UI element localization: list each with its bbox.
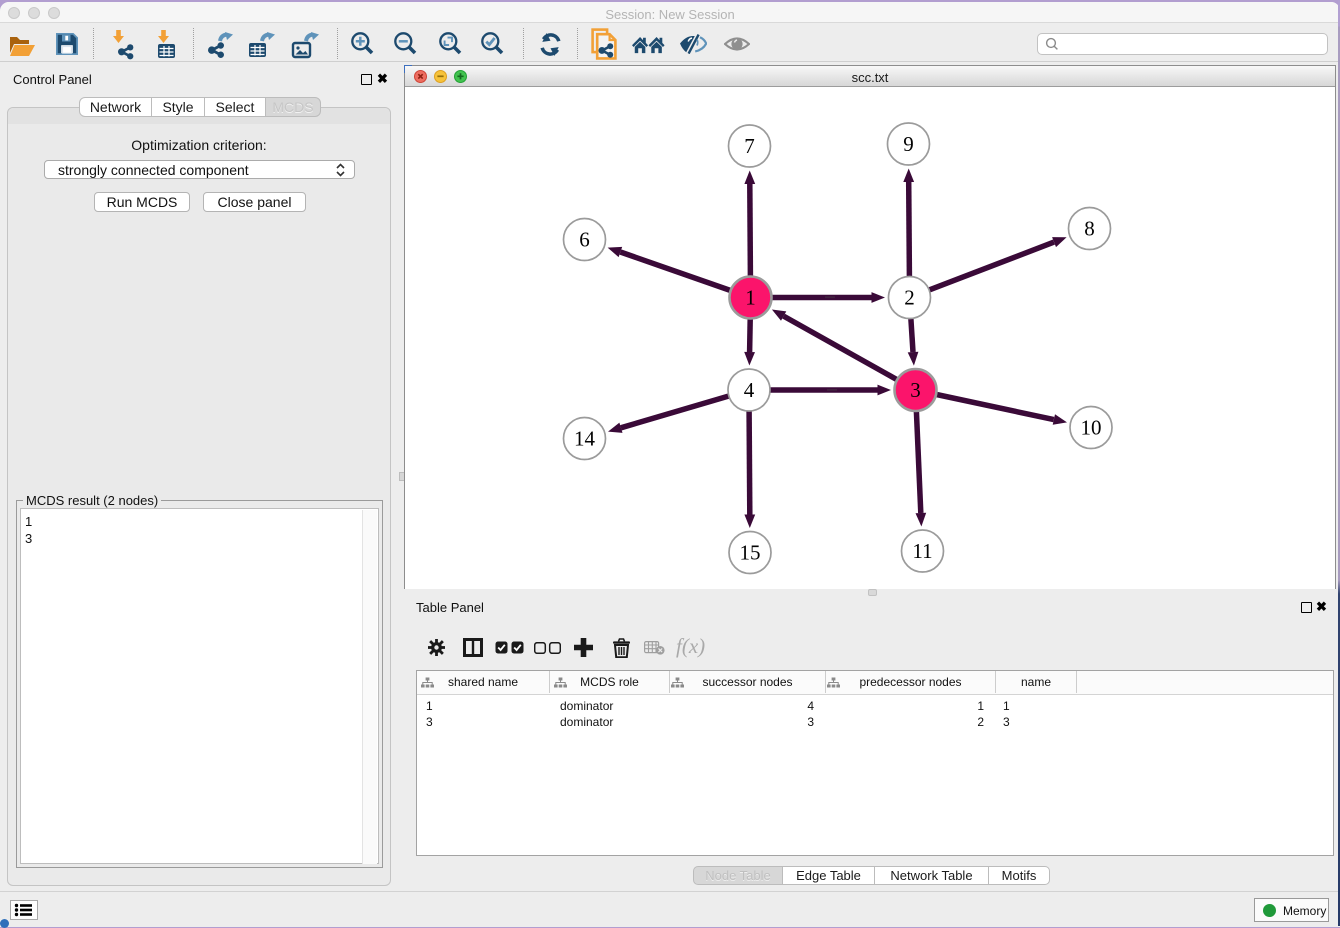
svg-text:10: 10	[1081, 416, 1102, 440]
svg-text:11: 11	[912, 539, 932, 563]
svg-text:2: 2	[904, 286, 915, 310]
svg-text:15: 15	[740, 541, 761, 565]
svg-text:1: 1	[745, 286, 756, 310]
svg-text:4: 4	[744, 378, 755, 402]
svg-text:14: 14	[574, 427, 596, 451]
svg-text:9: 9	[903, 132, 914, 156]
svg-text:3: 3	[910, 378, 921, 402]
svg-text:8: 8	[1084, 217, 1095, 241]
svg-text:7: 7	[744, 134, 755, 158]
svg-text:6: 6	[579, 228, 590, 252]
